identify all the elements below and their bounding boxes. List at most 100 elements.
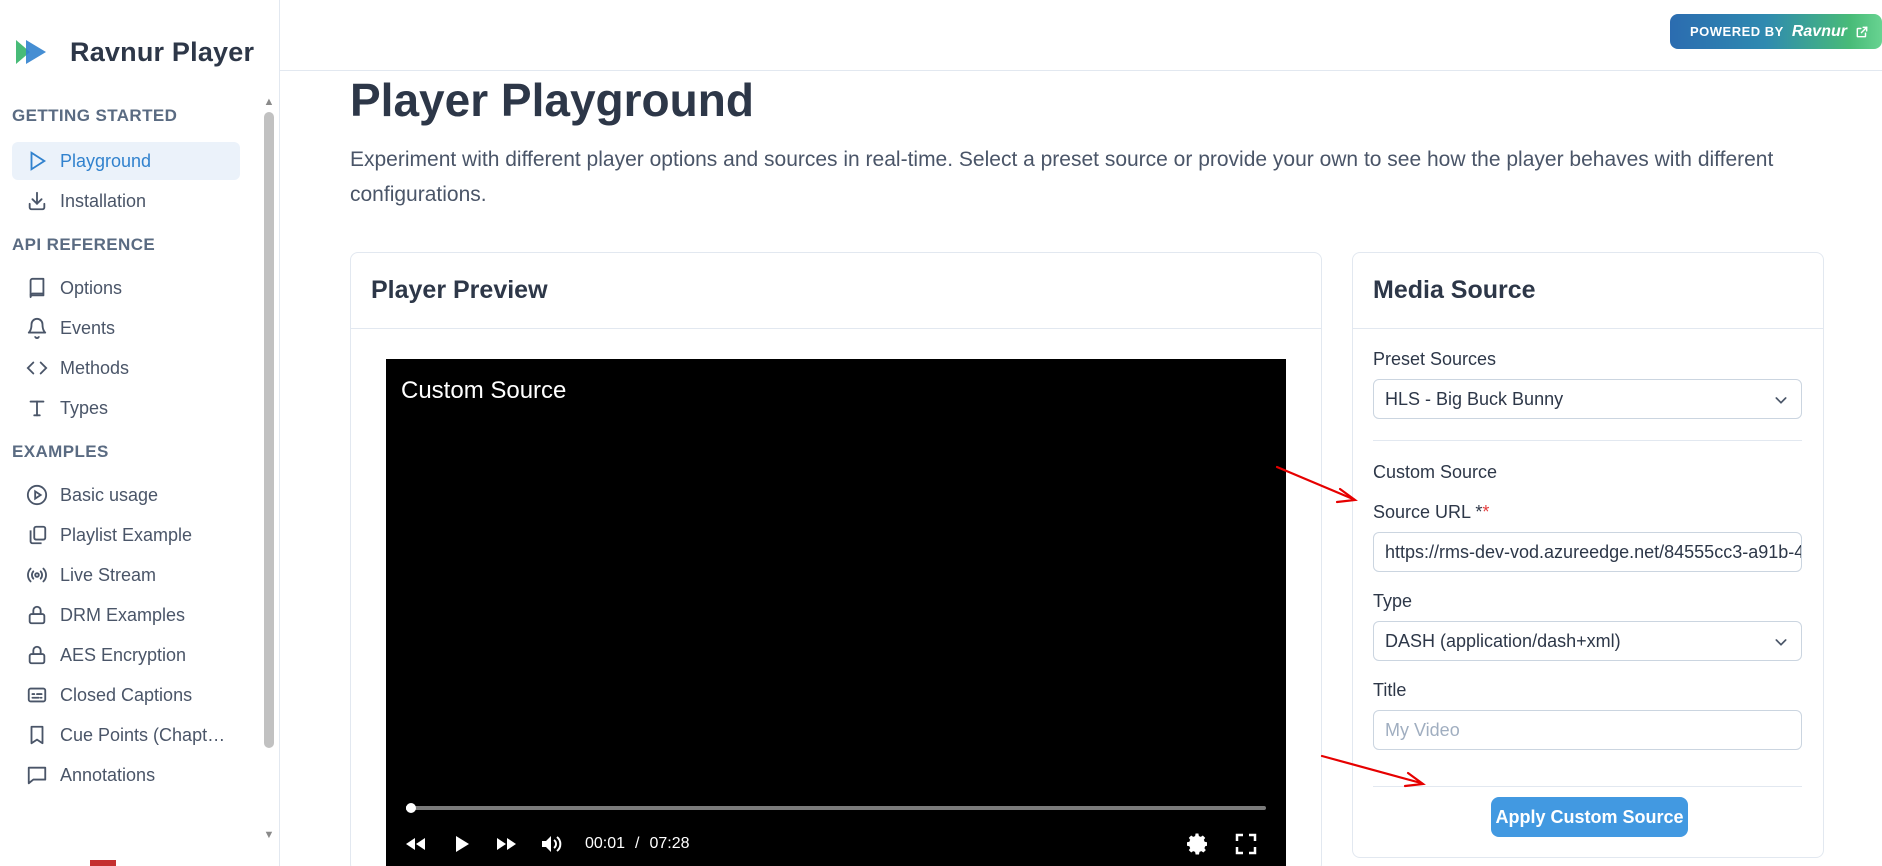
lock-icon [28, 605, 46, 625]
scroll-down-arrow-icon[interactable]: ▼ [263, 829, 275, 841]
sidebar-item-annotations[interactable]: Annotations [12, 756, 240, 794]
download-icon [28, 191, 46, 211]
play-icon [456, 836, 469, 852]
scroll-thumb[interactable] [264, 112, 274, 748]
sidebar-item-label: DRM Examples [60, 604, 186, 625]
sidebar-item-closed-captions[interactable]: Closed Captions [12, 676, 240, 714]
fast-forward-icon [497, 838, 516, 850]
media-source-form: Preset Sources HLS - Big Buck Bunny Cust… [1373, 349, 1803, 787]
rewind-button[interactable] [401, 829, 431, 859]
play-button[interactable] [446, 829, 476, 859]
fast-forward-button[interactable] [491, 829, 521, 859]
rewind-icon [406, 838, 425, 850]
footer-badge [90, 860, 116, 866]
fullscreen-button[interactable] [1231, 829, 1261, 859]
sidebar-item-types[interactable]: Types [12, 389, 240, 427]
current-time: 00:01 [585, 835, 626, 852]
sidebar-item-live-stream[interactable]: Live Stream [12, 556, 240, 594]
bell-icon [27, 318, 47, 339]
preset-sources-select[interactable]: HLS - Big Buck Bunny [1373, 379, 1802, 419]
app-name: Ravnur Player [70, 36, 255, 67]
video-title: Custom Source [401, 377, 567, 404]
source-url-label-text: Source URL * [1373, 502, 1483, 522]
form-divider [1373, 786, 1802, 787]
type-label: Type [1373, 591, 1413, 611]
book-icon [29, 277, 45, 299]
sidebar-item-label: Types [60, 397, 109, 418]
message-square-icon [27, 766, 47, 785]
source-url-input[interactable]: https://rms-dev-vod.azureedge.net/84555c… [1373, 532, 1802, 572]
video-player[interactable]: Custom Source 00:01 / 07:28 [386, 359, 1286, 866]
sidebar-item-playground[interactable]: Playground [12, 142, 240, 180]
bookmark-icon [30, 725, 44, 745]
form-divider [1373, 440, 1802, 441]
section-examples: EXAMPLES [12, 442, 109, 461]
sidebar: Ravnur Player GETTING STARTED Playground… [0, 0, 280, 866]
media-source-header: Media Source [1353, 253, 1823, 329]
sidebar-item-playlist-example[interactable]: Playlist Example [12, 516, 240, 554]
scroll-track[interactable] [264, 112, 274, 825]
volume-button[interactable] [536, 829, 566, 859]
top-bar: POWERED BY Ravnur [280, 0, 1882, 71]
title-label: Title [1373, 680, 1407, 700]
type-icon [29, 400, 45, 417]
chevron-down-icon [1775, 639, 1787, 646]
player-preview-card: Player Preview Custom Source 00:01 / 07:28 [350, 252, 1322, 866]
preset-sources-label: Preset Sources [1373, 349, 1497, 369]
external-link-icon [1856, 26, 1868, 37]
sidebar-item-methods[interactable]: Methods [12, 349, 240, 387]
media-source-card: Media Source Preset Sources HLS - Big Bu… [1352, 252, 1824, 858]
sidebar-item-basic-usage[interactable]: Basic usage [12, 476, 240, 514]
custom-source-heading: Custom Source [1373, 462, 1498, 482]
code-icon [26, 361, 48, 375]
logo-icon [16, 40, 46, 64]
type-value: DASH (application/dash+xml) [1385, 630, 1621, 651]
volume-icon [542, 836, 562, 852]
sidebar-item-label: Events [60, 317, 116, 338]
gear-icon [1187, 833, 1207, 855]
sidebar-item-options[interactable]: Options [12, 269, 240, 307]
captions-icon [27, 687, 47, 703]
player-preview-header: Player Preview [351, 253, 1321, 329]
sidebar-item-label: Methods [60, 357, 130, 378]
sidebar-item-label: Basic usage [60, 484, 159, 505]
type-select[interactable]: DASH (application/dash+xml) [1373, 621, 1802, 661]
section-getting-started: GETTING STARTED [12, 106, 178, 125]
progress-knob[interactable] [405, 803, 416, 813]
sidebar-item-label: Annotations [60, 764, 156, 785]
section-api-reference: API REFERENCE [12, 235, 156, 254]
sidebar-item-label: Cue Points (Chapte... [60, 724, 230, 745]
copy-icon [29, 525, 47, 545]
duration: 07:28 [649, 835, 690, 852]
scroll-up-arrow-icon[interactable]: ▲ [263, 96, 275, 108]
sidebar-item-cue-points[interactable]: Cue Points (Chapte... [12, 716, 240, 754]
settings-button[interactable] [1183, 829, 1213, 859]
sidebar-item-aes-encryption[interactable]: AES Encryption [12, 636, 240, 674]
powered-by-badge[interactable]: POWERED BY Ravnur [1670, 14, 1882, 49]
sidebar-item-label: Closed Captions [60, 684, 193, 705]
play-circle-icon [26, 484, 48, 506]
sidebar-item-label: Playlist Example [60, 524, 193, 545]
sidebar-nav: GETTING STARTED Playground Installation … [0, 96, 262, 851]
powered-by-brand: Ravnur [1791, 22, 1847, 40]
source-url-label: Source URL ** [1373, 502, 1803, 523]
title-input[interactable]: My Video [1373, 710, 1802, 750]
sidebar-item-drm-examples[interactable]: DRM Examples [12, 596, 240, 634]
time-display: 00:01 / 07:28 [585, 835, 690, 853]
sidebar-scrollbar[interactable]: ▲ ▼ [262, 96, 276, 841]
brand[interactable]: Ravnur Player [14, 32, 254, 72]
sidebar-item-events[interactable]: Events [12, 309, 240, 347]
chevron-down-icon [1775, 397, 1787, 404]
fullscreen-icon [1235, 833, 1257, 855]
lock-icon [28, 645, 46, 665]
sidebar-item-label: Live Stream [60, 564, 157, 585]
apply-custom-source-button[interactable]: Apply Custom Source [1491, 797, 1688, 837]
progress-bar[interactable] [405, 803, 1266, 813]
sidebar-item-label: Playground [60, 150, 152, 171]
required-asterisk: * [1482, 502, 1490, 522]
play-outline-icon [30, 151, 47, 171]
sidebar-item-installation[interactable]: Installation [12, 182, 240, 220]
powered-by-label: POWERED BY [1690, 24, 1784, 39]
sidebar-item-label: AES Encryption [60, 644, 187, 665]
sidebar-item-label: Installation [60, 190, 147, 211]
